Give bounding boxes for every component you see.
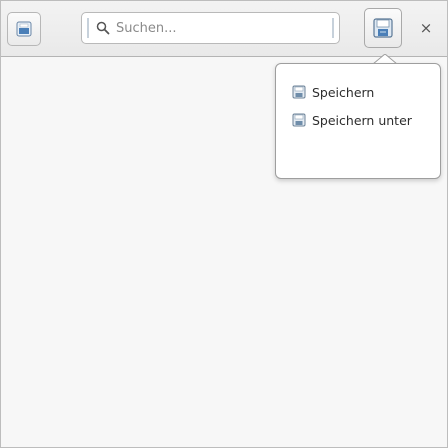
save-as-icon (292, 113, 306, 127)
menu-item-save[interactable]: Speichern (284, 78, 434, 106)
search-input[interactable]: Suchen... (81, 12, 340, 44)
app-menu-button[interactable] (7, 12, 41, 46)
menu-item-label: Speichern unter (312, 112, 412, 128)
save-icon (292, 85, 306, 99)
menu-item-label: Speichern (312, 84, 375, 100)
menu-item-save-as[interactable]: Speichern unter (284, 106, 434, 134)
entry-left-cap (87, 18, 89, 38)
header-bar: Suchen... × (1, 1, 447, 57)
close-button[interactable]: × (409, 11, 443, 45)
search-icon (96, 21, 110, 35)
application-window: Suchen... × Speichern Speichern unter (0, 0, 448, 448)
document-icon (16, 21, 32, 37)
save-menu-button[interactable] (364, 8, 402, 48)
save-popover-menu: Speichern Speichern unter (275, 63, 441, 179)
document-save-icon (373, 18, 393, 38)
entry-right-cap (332, 18, 334, 38)
search-placeholder: Suchen... (116, 20, 177, 36)
